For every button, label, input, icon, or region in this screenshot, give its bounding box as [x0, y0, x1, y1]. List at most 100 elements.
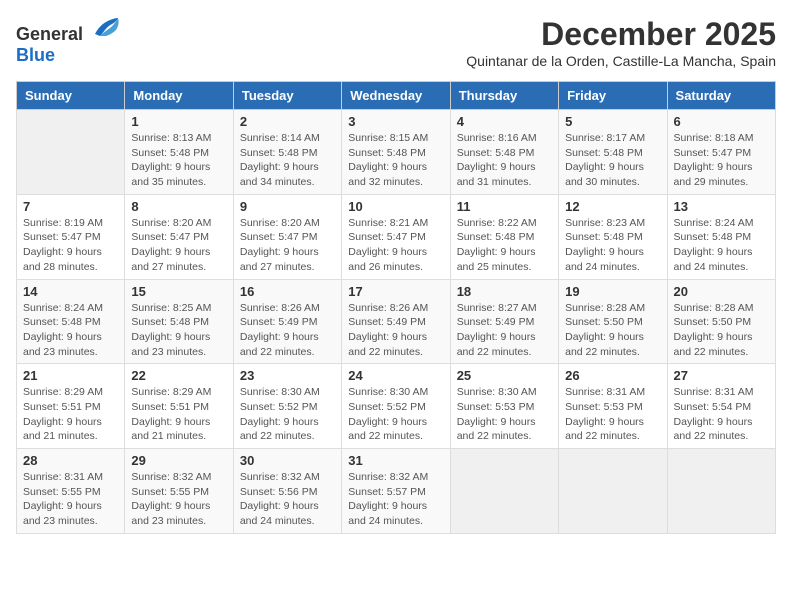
header-friday: Friday: [559, 82, 667, 110]
day-number: 7: [23, 199, 118, 214]
day-info: Sunrise: 8:23 AMSunset: 5:48 PMDaylight:…: [565, 216, 660, 275]
calendar-cell: 14Sunrise: 8:24 AMSunset: 5:48 PMDayligh…: [17, 279, 125, 364]
calendar-cell: 28Sunrise: 8:31 AMSunset: 5:55 PMDayligh…: [17, 449, 125, 534]
day-info: Sunrise: 8:19 AMSunset: 5:47 PMDaylight:…: [23, 216, 118, 275]
title-section: December 2025 Quintanar de la Orden, Cas…: [466, 16, 776, 77]
calendar-cell: 20 Sunrise: 8:28 AMSunset: 5:50 PMDayligh…: [667, 279, 775, 364]
calendar-cell: [559, 449, 667, 534]
day-number: 4: [457, 114, 552, 129]
day-info: Sunrise: 8:24 AMSunset: 5:48 PMDaylight:…: [674, 216, 769, 275]
header: General Blue December 2025 Quintanar de …: [16, 16, 776, 77]
day-info: Sunrise: 8:29 AMSunset: 5:51 PMDaylight:…: [23, 385, 118, 444]
day-number: 19: [565, 284, 660, 299]
calendar-cell: 23Sunrise: 8:30 AMSunset: 5:52 PMDayligh…: [233, 364, 341, 449]
calendar-cell: 11Sunrise: 8:22 AMSunset: 5:48 PMDayligh…: [450, 194, 558, 279]
calendar-cell: 30 Sunrise: 8:32 AMSunset: 5:56 PMDayligh…: [233, 449, 341, 534]
header-tuesday: Tuesday: [233, 82, 341, 110]
calendar-cell: 13 Sunrise: 8:24 AMSunset: 5:48 PMDayligh…: [667, 194, 775, 279]
day-number: 28: [23, 453, 118, 468]
day-number: 29: [131, 453, 226, 468]
day-info: Sunrise: 8:15 AMSunset: 5:48 PMDaylight:…: [348, 131, 443, 190]
logo-text: General Blue: [16, 16, 120, 66]
header-thursday: Thursday: [450, 82, 558, 110]
day-number: 9: [240, 199, 335, 214]
calendar-cell: 4 Sunrise: 8:16 AMSunset: 5:48 PMDaylight…: [450, 110, 558, 195]
header-wednesday: Wednesday: [342, 82, 450, 110]
day-info: Sunrise: 8:18 AMSunset: 5:47 PMDaylight:…: [674, 131, 769, 190]
calendar-cell: 25 Sunrise: 8:30 AMSunset: 5:53 PMDayligh…: [450, 364, 558, 449]
calendar-cell: 16Sunrise: 8:26 AMSunset: 5:49 PMDayligh…: [233, 279, 341, 364]
day-info: Sunrise: 8:28 AMSunset: 5:50 PMDaylight:…: [565, 301, 660, 360]
header-row: Sunday Monday Tuesday Wednesday Thursday…: [17, 82, 776, 110]
day-number: 24: [348, 368, 443, 383]
calendar-cell: 9 Sunrise: 8:20 AMSunset: 5:47 PMDaylight…: [233, 194, 341, 279]
day-info: Sunrise: 8:20 AMSunset: 5:47 PMDaylight:…: [131, 216, 226, 275]
day-number: 30: [240, 453, 335, 468]
day-info: Sunrise: 8:21 AMSunset: 5:47 PMDaylight:…: [348, 216, 443, 275]
day-number: 25: [457, 368, 552, 383]
header-saturday: Saturday: [667, 82, 775, 110]
day-info: Sunrise: 8:13 AMSunset: 5:48 PMDaylight:…: [131, 131, 226, 190]
day-number: 6: [674, 114, 769, 129]
calendar-cell: 5Sunrise: 8:17 AMSunset: 5:48 PMDaylight…: [559, 110, 667, 195]
calendar-cell: 6 Sunrise: 8:18 AMSunset: 5:47 PMDaylight…: [667, 110, 775, 195]
logo-bird-icon: [90, 16, 120, 40]
calendar-cell: 10 Sunrise: 8:21 AMSunset: 5:47 PMDayligh…: [342, 194, 450, 279]
day-info: Sunrise: 8:26 AMSunset: 5:49 PMDaylight:…: [240, 301, 335, 360]
day-number: 18: [457, 284, 552, 299]
day-number: 26: [565, 368, 660, 383]
calendar-cell: 21Sunrise: 8:29 AMSunset: 5:51 PMDayligh…: [17, 364, 125, 449]
calendar-cell: 8 Sunrise: 8:20 AMSunset: 5:47 PMDaylight…: [125, 194, 233, 279]
calendar-cell: 24Sunrise: 8:30 AMSunset: 5:52 PMDayligh…: [342, 364, 450, 449]
day-info: Sunrise: 8:28 AMSunset: 5:50 PMDaylight:…: [674, 301, 769, 360]
day-number: 20: [674, 284, 769, 299]
calendar-cell: 19 Sunrise: 8:28 AMSunset: 5:50 PMDayligh…: [559, 279, 667, 364]
logo-blue: Blue: [16, 45, 55, 65]
calendar-week-3: 21Sunrise: 8:29 AMSunset: 5:51 PMDayligh…: [17, 364, 776, 449]
day-info: Sunrise: 8:31 AMSunset: 5:54 PMDaylight:…: [674, 385, 769, 444]
calendar-title: December 2025: [466, 16, 776, 53]
day-info: Sunrise: 8:31 AMSunset: 5:53 PMDaylight:…: [565, 385, 660, 444]
calendar-body: 1Sunrise: 8:13 AMSunset: 5:48 PMDaylight…: [17, 110, 776, 534]
calendar-cell: 12 Sunrise: 8:23 AMSunset: 5:48 PMDayligh…: [559, 194, 667, 279]
calendar-cell: [450, 449, 558, 534]
calendar-cell: 7 Sunrise: 8:19 AMSunset: 5:47 PMDaylight…: [17, 194, 125, 279]
day-number: 10: [348, 199, 443, 214]
day-info: Sunrise: 8:26 AMSunset: 5:49 PMDaylight:…: [348, 301, 443, 360]
calendar-cell: 22Sunrise: 8:29 AMSunset: 5:51 PMDayligh…: [125, 364, 233, 449]
calendar-table: Sunday Monday Tuesday Wednesday Thursday…: [16, 81, 776, 534]
calendar-cell: [17, 110, 125, 195]
calendar-cell: 26 Sunrise: 8:31 AMSunset: 5:53 PMDayligh…: [559, 364, 667, 449]
day-info: Sunrise: 8:32 AMSunset: 5:57 PMDaylight:…: [348, 470, 443, 529]
day-number: 12: [565, 199, 660, 214]
logo: General Blue: [16, 16, 120, 66]
day-number: 14: [23, 284, 118, 299]
calendar-cell: 18Sunrise: 8:27 AMSunset: 5:49 PMDayligh…: [450, 279, 558, 364]
day-info: Sunrise: 8:20 AMSunset: 5:47 PMDaylight:…: [240, 216, 335, 275]
header-monday: Monday: [125, 82, 233, 110]
day-info: Sunrise: 8:32 AMSunset: 5:56 PMDaylight:…: [240, 470, 335, 529]
calendar-cell: [667, 449, 775, 534]
calendar-cell: 29Sunrise: 8:32 AMSunset: 5:55 PMDayligh…: [125, 449, 233, 534]
day-info: Sunrise: 8:30 AMSunset: 5:52 PMDaylight:…: [240, 385, 335, 444]
day-number: 13: [674, 199, 769, 214]
day-number: 3: [348, 114, 443, 129]
calendar-header: Sunday Monday Tuesday Wednesday Thursday…: [17, 82, 776, 110]
day-info: Sunrise: 8:22 AMSunset: 5:48 PMDaylight:…: [457, 216, 552, 275]
header-sunday: Sunday: [17, 82, 125, 110]
day-number: 27: [674, 368, 769, 383]
calendar-week-2: 14Sunrise: 8:24 AMSunset: 5:48 PMDayligh…: [17, 279, 776, 364]
day-number: 8: [131, 199, 226, 214]
day-info: Sunrise: 8:16 AMSunset: 5:48 PMDaylight:…: [457, 131, 552, 190]
calendar-cell: 17Sunrise: 8:26 AMSunset: 5:49 PMDayligh…: [342, 279, 450, 364]
day-number: 5: [565, 114, 660, 129]
day-info: Sunrise: 8:25 AMSunset: 5:48 PMDaylight:…: [131, 301, 226, 360]
day-number: 22: [131, 368, 226, 383]
calendar-cell: 27 Sunrise: 8:31 AMSunset: 5:54 PMDayligh…: [667, 364, 775, 449]
day-info: Sunrise: 8:30 AMSunset: 5:53 PMDaylight:…: [457, 385, 552, 444]
calendar-cell: 1Sunrise: 8:13 AMSunset: 5:48 PMDaylight…: [125, 110, 233, 195]
calendar-cell: 3 Sunrise: 8:15 AMSunset: 5:48 PMDaylight…: [342, 110, 450, 195]
calendar-subtitle: Quintanar de la Orden, Castille-La Manch…: [466, 53, 776, 69]
calendar-cell: 31Sunrise: 8:32 AMSunset: 5:57 PMDayligh…: [342, 449, 450, 534]
day-number: 2: [240, 114, 335, 129]
